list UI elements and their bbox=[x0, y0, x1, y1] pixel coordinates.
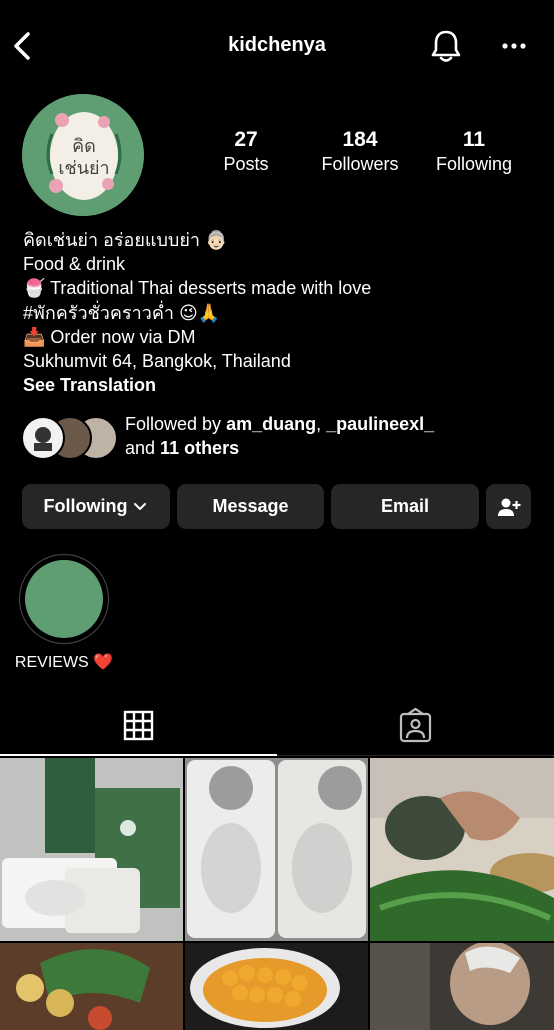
post-thumbnail[interactable] bbox=[185, 943, 368, 1030]
follower-avatar bbox=[21, 416, 65, 460]
bio-address[interactable]: Sukhumvit 64, Bangkok, Thailand bbox=[23, 349, 533, 373]
separator: , bbox=[316, 414, 327, 434]
follower-username[interactable]: _paulineexl_ bbox=[326, 414, 434, 434]
post-thumbnail[interactable] bbox=[0, 943, 183, 1030]
active-tab-indicator bbox=[0, 754, 277, 756]
stat-label: Posts bbox=[223, 154, 269, 174]
more-options-button[interactable] bbox=[500, 36, 530, 56]
post-thumbnail[interactable] bbox=[370, 943, 554, 1030]
highlight-label: REVIEWS ❤️ bbox=[14, 654, 114, 671]
grid-icon bbox=[123, 710, 154, 741]
highlight-cover[interactable] bbox=[25, 560, 103, 638]
logo-image: คิด เช่นย่า bbox=[22, 94, 144, 216]
post-thumbnail[interactable] bbox=[370, 758, 554, 941]
svg-text:เช่นย่า: เช่นย่า bbox=[58, 158, 109, 179]
post-thumbnail[interactable] bbox=[185, 758, 368, 941]
following-count[interactable]: 11 Following bbox=[419, 128, 529, 176]
followed-by-prefix: Followed by bbox=[125, 414, 227, 434]
stat-value: 11 bbox=[462, 128, 486, 151]
ellipsis-icon bbox=[502, 43, 526, 49]
others-count[interactable]: 11 others bbox=[160, 438, 239, 458]
email-button[interactable]: Email bbox=[331, 484, 479, 529]
posts-count[interactable]: 27 Posts bbox=[191, 128, 301, 176]
profile-username: kidchenya bbox=[228, 34, 326, 56]
profile-avatar[interactable]: คิด เช่นย่า bbox=[22, 94, 144, 216]
and-text: and bbox=[125, 438, 161, 458]
bio-hashtag[interactable]: #พักครัวชั่วคราวค่ำ 😉🙏 bbox=[23, 301, 533, 325]
tab-tagged[interactable] bbox=[277, 700, 554, 756]
followed-by-text[interactable]: Followed by am_duang, _paulineexl_ and 1… bbox=[125, 412, 545, 460]
following-button[interactable]: Following bbox=[22, 484, 170, 529]
tagged-person-icon bbox=[399, 707, 432, 743]
notifications-button[interactable] bbox=[429, 28, 463, 64]
tab-divider bbox=[277, 755, 554, 756]
svg-text:คิด: คิด bbox=[72, 136, 96, 157]
see-translation-link[interactable]: See Translation bbox=[23, 373, 533, 397]
bell-icon bbox=[431, 30, 461, 62]
post-thumbnail[interactable] bbox=[0, 758, 183, 941]
bio-category: Food & drink bbox=[23, 254, 126, 275]
chevron-down-icon bbox=[134, 502, 147, 510]
tab-posts-grid[interactable] bbox=[0, 700, 277, 756]
profile-bio: คิดเช่นย่า อร่อยแบบย่า 👵🏻 Food & drink 🍧… bbox=[23, 228, 533, 397]
message-button[interactable]: Message bbox=[177, 484, 324, 529]
stat-label: Followers bbox=[321, 154, 399, 174]
follower-username[interactable]: am_duang bbox=[226, 414, 316, 434]
suggested-users-button[interactable] bbox=[486, 484, 531, 529]
stat-value: 184 bbox=[342, 128, 378, 151]
bio-line: 🍧 Traditional Thai desserts made with lo… bbox=[23, 278, 372, 299]
stat-value: 27 bbox=[234, 128, 258, 151]
bio-name: คิดเช่นย่า อร่อยแบบย่า 👵🏻 bbox=[23, 230, 228, 250]
stat-label: Following bbox=[435, 154, 513, 174]
bio-line: 📥 Order now via DM bbox=[23, 326, 196, 347]
followers-count[interactable]: 184 Followers bbox=[305, 128, 415, 176]
following-label: Following bbox=[43, 496, 128, 516]
add-user-icon bbox=[497, 498, 520, 516]
